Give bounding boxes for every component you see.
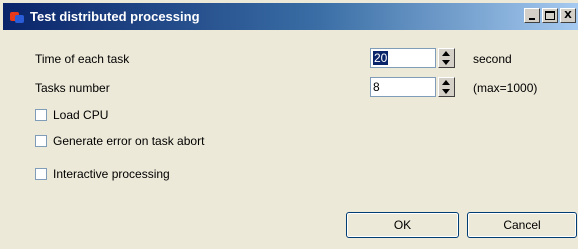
- maximize-button[interactable]: [542, 8, 558, 23]
- checkbox-box[interactable]: [35, 109, 47, 121]
- tasks-spin-arrows-icon[interactable]: [438, 77, 455, 97]
- minimize-button[interactable]: [524, 8, 540, 23]
- load-cpu-label: Load CPU: [53, 108, 109, 122]
- dialog-window: Test distributed processing X Time of ea…: [0, 0, 578, 249]
- window-controls: X: [522, 8, 576, 23]
- ok-button[interactable]: OK: [346, 212, 459, 238]
- load-cpu-checkbox[interactable]: Load CPU: [35, 108, 108, 122]
- window-title: Test distributed processing: [30, 9, 200, 24]
- tasks-input[interactable]: 8: [370, 77, 436, 97]
- interactive-label: Interactive processing: [53, 167, 170, 181]
- checkbox-box[interactable]: [35, 135, 47, 147]
- generate-error-checkbox[interactable]: Generate error on task abort: [35, 134, 204, 148]
- app-icon: [10, 10, 24, 24]
- tasks-spinner: 8: [370, 77, 455, 97]
- time-unit: second: [473, 52, 512, 66]
- time-label: Time of each task: [35, 52, 130, 66]
- tasks-max-note: (max=1000): [473, 81, 538, 95]
- generate-error-label: Generate error on task abort: [53, 134, 205, 148]
- dialog-body: Time of each task 20 second Tasks number…: [3, 30, 578, 249]
- cancel-button[interactable]: Cancel: [467, 212, 577, 238]
- interactive-checkbox[interactable]: Interactive processing: [35, 167, 170, 181]
- time-spin-arrows-icon[interactable]: [438, 48, 455, 68]
- close-button[interactable]: X: [560, 8, 576, 23]
- time-input[interactable]: 20: [370, 48, 436, 68]
- checkbox-box[interactable]: [35, 168, 47, 180]
- tasks-label: Tasks number: [35, 81, 110, 95]
- time-spinner: 20: [370, 48, 455, 68]
- title-bar[interactable]: Test distributed processing X: [3, 3, 578, 30]
